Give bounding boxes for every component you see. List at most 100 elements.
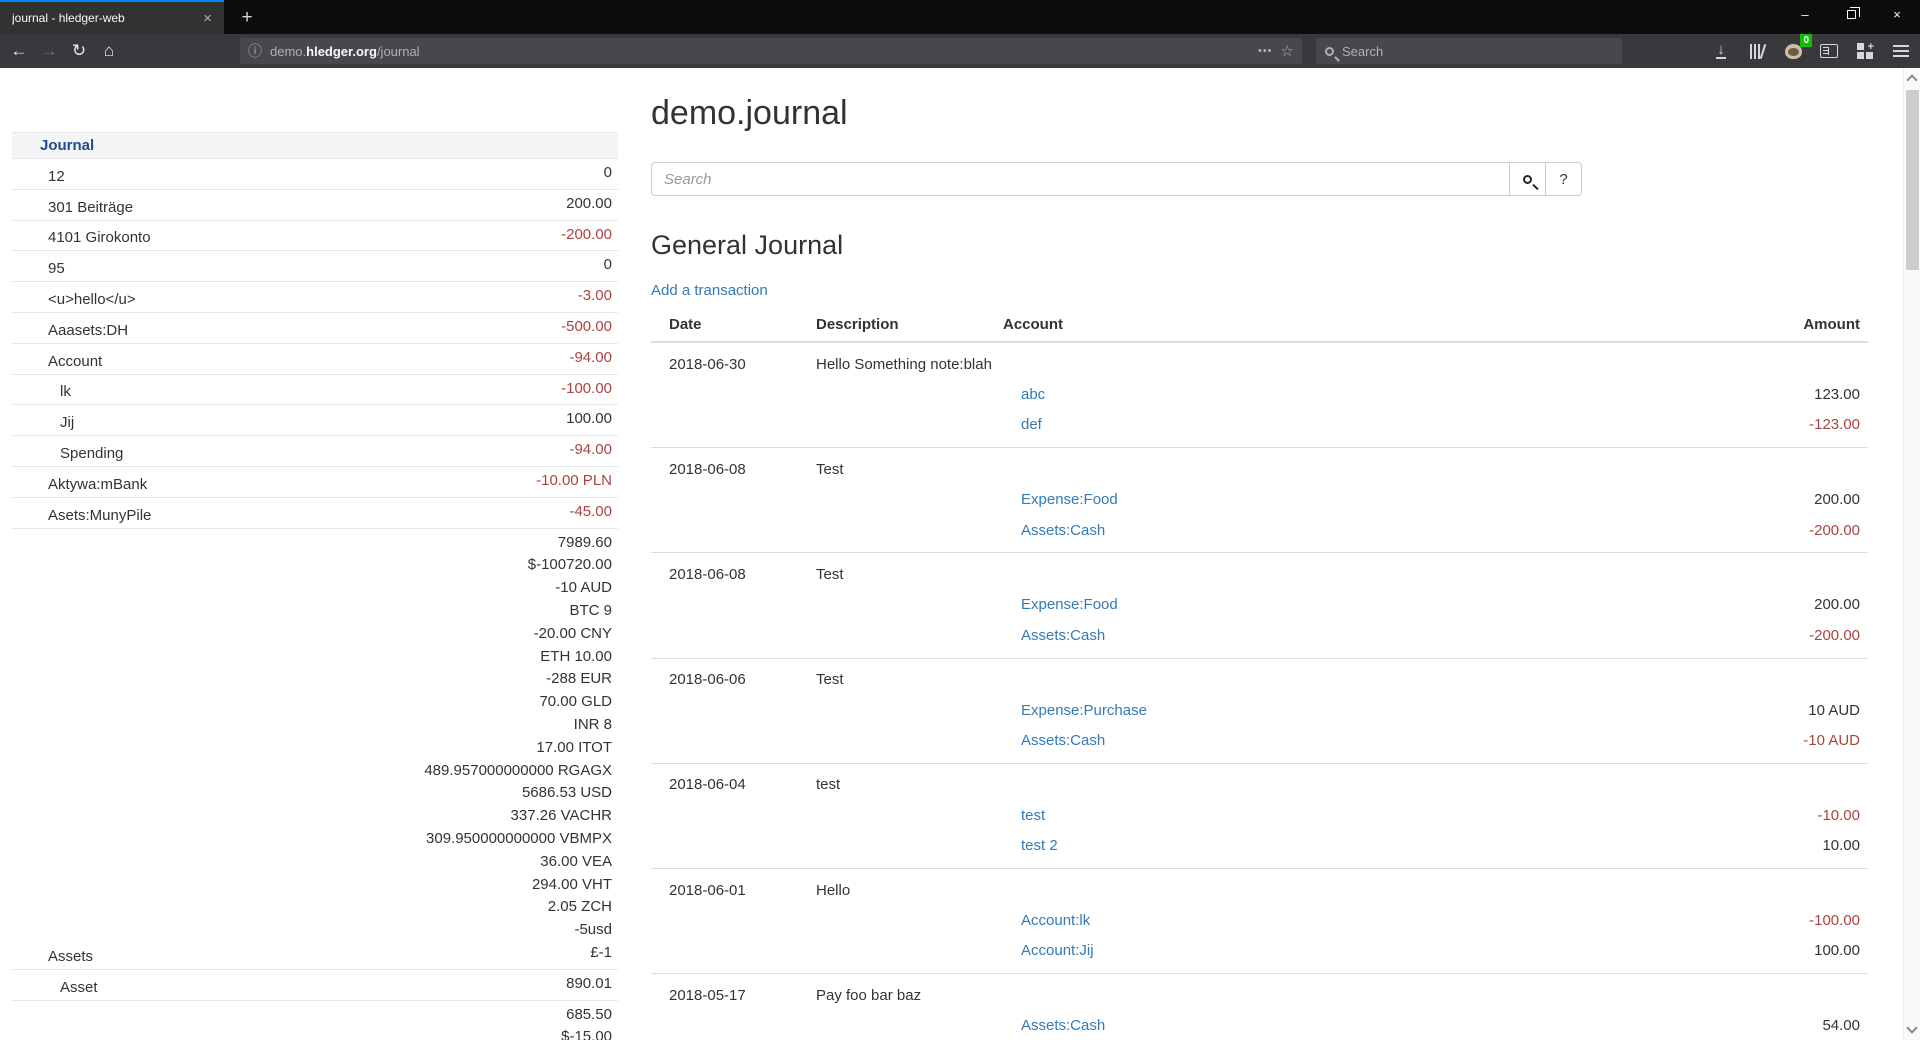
posting-account-link[interactable]: Expense:Food [1021, 596, 1118, 613]
scroll-up-arrow-icon[interactable] [1906, 74, 1917, 85]
transaction-row: 2018-06-30Hello Something note:blahabc12… [651, 343, 1868, 448]
sidebar-account-link[interactable]: Asset [12, 976, 566, 1000]
page-actions-icon[interactable]: ••• [1258, 45, 1273, 57]
sidebar-account-link[interactable]: Assets [12, 945, 424, 969]
search-help-button[interactable]: ? [1546, 162, 1582, 196]
posting-amount: 54.00 [1568, 1017, 1868, 1034]
posting-amount: -123.00 [1568, 416, 1868, 433]
navigation-toolbar: ← → ↻ ⌂ ⓘ demo.hledger.org/journal ••• ☆… [0, 34, 1920, 68]
sidebar-account-link[interactable]: <u>hello</u> [12, 288, 578, 312]
sidebar-account-link[interactable]: Account [12, 350, 569, 374]
posting-account-link[interactable]: Expense:Food [1021, 491, 1118, 508]
posting-account-link[interactable]: Assets:Cash [1021, 732, 1105, 749]
page-title: demo.journal [651, 94, 1868, 133]
sidebar-account-balance: 0 [604, 159, 618, 189]
sidebar-header-row: Journal [12, 133, 618, 159]
posting-account-link[interactable]: Account:Jij [1021, 942, 1094, 959]
posting-account-link[interactable]: Assets:Cash [1021, 627, 1105, 644]
sidebar-account-link[interactable]: Aktywa:mBank [12, 473, 536, 497]
posting-account-link[interactable]: test 2 [1021, 837, 1058, 854]
sidebar-account-link[interactable]: Spending [12, 442, 569, 466]
extensions-button[interactable]: + [1854, 40, 1876, 62]
window-close-button[interactable]: × [1874, 0, 1920, 28]
menu-button[interactable] [1890, 40, 1912, 62]
sidebar-account-balance: -94.00 [569, 344, 618, 374]
posting-account-link[interactable]: def [1021, 416, 1042, 433]
posting-account-link[interactable]: Expense:Purchase [1021, 702, 1147, 719]
tab-close-icon[interactable]: × [199, 10, 216, 27]
posting-account-link[interactable]: Assets:Cash [1021, 1017, 1105, 1034]
window-minimize-button[interactable]: – [1782, 0, 1828, 28]
search-icon [1523, 175, 1532, 184]
journal-table: Date Description Account Amount 2018-06-… [651, 311, 1868, 1040]
library-button[interactable] [1746, 40, 1768, 62]
url-text: demo.hledger.org/journal [270, 44, 1250, 59]
search-icon [1325, 47, 1334, 56]
sidebar-account-link[interactable]: Asets:MunyPile [12, 504, 569, 528]
home-button[interactable]: ⌂ [94, 37, 124, 65]
sidebar-account-link[interactable]: 12 [12, 165, 604, 189]
posting-account-link[interactable]: Assets:Cash [1021, 522, 1105, 539]
transaction-row: 2018-06-08TestExpense:Food200.00Assets:C… [651, 448, 1868, 553]
posting-amount: 100.00 [1568, 942, 1868, 959]
sidebar-account-balance: -45.00 [569, 498, 618, 528]
new-tab-button[interactable]: + [234, 5, 260, 31]
sidebar-account-row: Jij100.00 [12, 405, 618, 436]
back-button[interactable]: ← [4, 37, 34, 65]
scrollbar-thumb[interactable] [1906, 90, 1919, 270]
download-icon: ↓ [1716, 43, 1726, 59]
posting-account-link[interactable]: test [1021, 807, 1045, 824]
url-bar[interactable]: ⓘ demo.hledger.org/journal ••• ☆ [240, 38, 1302, 64]
sidebar-account-row: 301 Beiträge200.00 [12, 190, 618, 221]
search-submit-button[interactable] [1510, 162, 1546, 196]
transaction-row: 2018-06-01HelloAccount:lk-100.00Account:… [651, 869, 1868, 974]
header-description: Description [816, 316, 1003, 333]
extension-badge: 0 [1800, 34, 1812, 47]
vertical-scrollbar[interactable] [1903, 68, 1920, 1040]
site-info-icon[interactable]: ⓘ [248, 41, 262, 61]
sidebar-account-link[interactable]: Jij [12, 411, 566, 435]
transaction-row: 2018-06-08TestExpense:Food200.00Assets:C… [651, 553, 1868, 658]
grid-plus-icon: + [1857, 43, 1873, 59]
journal-search-input[interactable] [651, 162, 1510, 196]
sidebars-button[interactable] [1818, 40, 1840, 62]
reload-button[interactable]: ↻ [64, 37, 94, 65]
sidebar-account-balance: -94.00 [569, 436, 618, 466]
sidebar-account-link[interactable]: Aaasets:DH [12, 319, 561, 343]
forward-button[interactable]: → [34, 37, 64, 65]
sidebar-account-row: Account-94.00 [12, 344, 618, 375]
sidebar-account-link[interactable]: 301 Beiträge [12, 196, 566, 220]
transaction-row: 2018-06-06TestExpense:Purchase10 AUDAsse… [651, 659, 1868, 764]
browser-search-field[interactable]: Search [1316, 38, 1622, 64]
page-content: Journal 120301 Beiträge200.004101 Giroko… [0, 68, 1920, 1040]
sidebar-account-link[interactable]: lk [12, 380, 561, 404]
transaction-description: Test [816, 671, 844, 688]
sidebar-account-row: Asset890.01 [12, 970, 618, 1001]
downloads-button[interactable]: ↓ [1710, 40, 1732, 62]
active-tab[interactable]: journal - hledger-web × [0, 0, 224, 34]
transaction-description: Hello [816, 882, 850, 899]
accounts-sidebar: Journal 120301 Beiträge200.004101 Giroko… [12, 132, 618, 1040]
sidebar-account-link[interactable]: 4101 Girokonto [12, 226, 561, 250]
posting-amount: -10 AUD [1568, 732, 1868, 749]
add-transaction-link[interactable]: Add a transaction [651, 282, 768, 299]
sidebar-toggle-icon [1820, 44, 1838, 58]
bookmark-star-icon[interactable]: ☆ [1281, 42, 1294, 60]
transaction-description: Test [816, 566, 844, 583]
sidebar-account-balance: -100.00 [561, 375, 618, 405]
window-restore-button[interactable] [1828, 0, 1874, 28]
section-title: General Journal [651, 230, 1868, 261]
posting-amount: -200.00 [1568, 627, 1868, 644]
sidebar-account-row: 120 [12, 159, 618, 190]
transaction-date: 2018-06-01 [651, 882, 816, 899]
posting-account-link[interactable]: abc [1021, 386, 1045, 403]
scroll-down-arrow-icon[interactable] [1906, 1022, 1917, 1033]
sidebar-account-row: 950 [12, 251, 618, 282]
greasemonkey-extension-button[interactable]: 0 [1782, 40, 1804, 62]
posting-account-link[interactable]: Account:lk [1021, 912, 1090, 929]
sidebar-account-link[interactable]: 95 [12, 257, 604, 281]
journal-link[interactable]: Journal [12, 134, 618, 158]
transaction-description: Pay foo bar baz [816, 987, 921, 1004]
sidebar-account-row: 4101 Girokonto-200.00 [12, 221, 618, 252]
transaction-description: test [816, 776, 840, 793]
